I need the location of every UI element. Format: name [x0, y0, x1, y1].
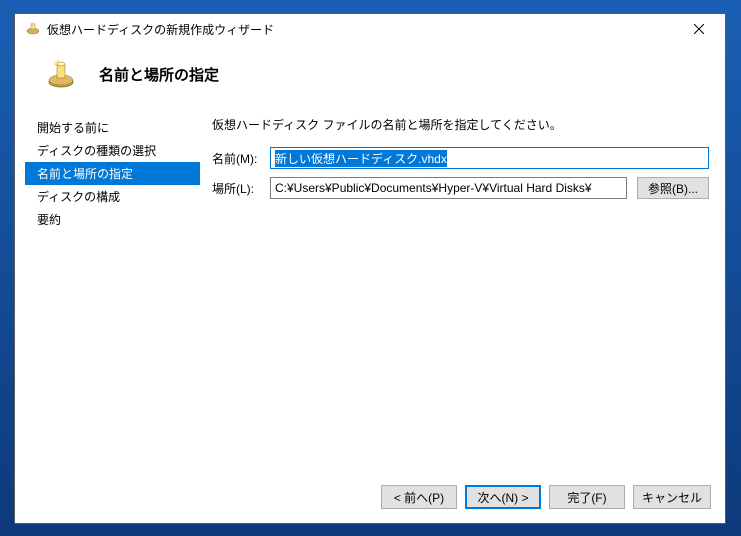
instruction-text: 仮想ハードディスク ファイルの名前と場所を指定してください。	[212, 116, 709, 133]
location-input[interactable]	[270, 177, 627, 199]
wizard-body: 開始する前に ディスクの種類の選択 名前と場所の指定 ディスクの構成 要約 仮想…	[15, 110, 725, 475]
name-label: 名前(M):	[212, 150, 264, 167]
finish-button[interactable]: 完了(F)	[549, 485, 625, 509]
titlebar: 仮想ハードディスクの新規作成ウィザード	[15, 14, 725, 44]
name-row: 名前(M):	[212, 147, 709, 169]
disk-icon-large	[45, 58, 77, 90]
window-title: 仮想ハードディスクの新規作成ウィザード	[47, 21, 681, 38]
wizard-steps: 開始する前に ディスクの種類の選択 名前と場所の指定 ディスクの構成 要約	[25, 110, 200, 475]
location-label: 場所(L):	[212, 180, 264, 197]
next-button[interactable]: 次へ(N) >	[465, 485, 541, 509]
location-row: 場所(L): 参照(B)...	[212, 177, 709, 199]
wizard-main: 仮想ハードディスク ファイルの名前と場所を指定してください。 名前(M): 場所…	[200, 110, 715, 475]
step-disk-config[interactable]: ディスクの構成	[25, 185, 200, 208]
page-title: 名前と場所の指定	[99, 64, 219, 85]
step-before-begin[interactable]: 開始する前に	[25, 116, 200, 139]
back-button[interactable]: < 前へ(P)	[381, 485, 457, 509]
wizard-buttons: < 前へ(P) 次へ(N) > 完了(F) キャンセル	[15, 475, 725, 523]
cancel-button[interactable]: キャンセル	[633, 485, 711, 509]
step-name-location[interactable]: 名前と場所の指定	[25, 162, 200, 185]
wizard-header: 名前と場所の指定	[15, 44, 725, 110]
close-button[interactable]	[681, 17, 717, 41]
browse-button[interactable]: 参照(B)...	[637, 177, 709, 199]
wizard-window: 仮想ハードディスクの新規作成ウィザード 名前と場所の指定 開始する前に ディスク…	[14, 13, 726, 524]
name-input[interactable]	[270, 147, 709, 169]
step-disk-type[interactable]: ディスクの種類の選択	[25, 139, 200, 162]
disk-icon	[25, 21, 41, 37]
step-summary[interactable]: 要約	[25, 208, 200, 231]
